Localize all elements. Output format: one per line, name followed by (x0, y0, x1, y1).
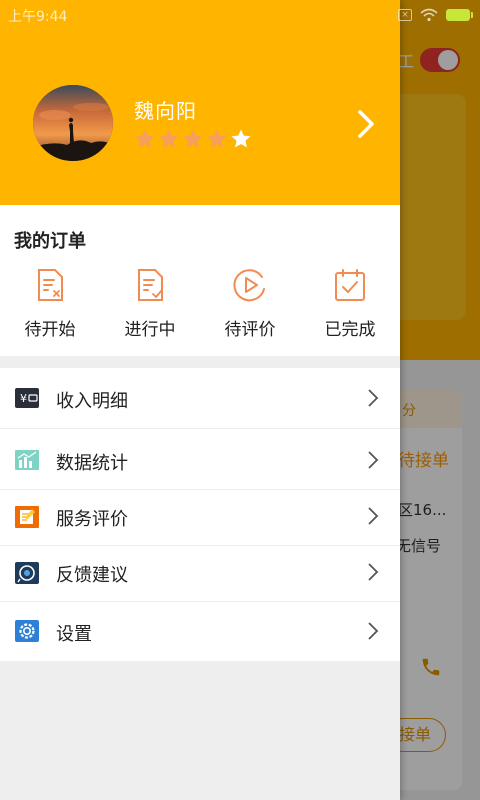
order-completed[interactable]: 已完成 (300, 267, 400, 347)
feedback-icon (15, 562, 39, 584)
menu-item-label: 收入明细 (56, 391, 128, 412)
my-orders-title: 我的订单 (14, 231, 86, 252)
star-filled-icon (135, 129, 155, 148)
chevron-right-icon (368, 622, 379, 640)
review-note-icon (15, 506, 39, 528)
order-pending-start[interactable]: 待开始 (0, 267, 100, 347)
chevron-right-icon (368, 451, 379, 469)
menu-item-statistics[interactable]: 数据统计 (0, 429, 400, 490)
play-circle-icon (233, 269, 265, 302)
settings-gear-icon (15, 620, 39, 642)
order-label: 已完成 (324, 320, 376, 340)
doc-x-icon (38, 269, 63, 301)
wallet-icon: ¥ (15, 388, 39, 408)
menu-item-service-review[interactable]: 服务评价 (0, 490, 400, 546)
star-filled-icon (183, 129, 203, 148)
status-bar: 上午9:44 (0, 0, 400, 32)
menu-item-label: 数据统计 (56, 453, 128, 474)
menu-item-label: 反馈建议 (56, 565, 128, 586)
star-empty-icon (231, 129, 251, 148)
rating-stars (133, 127, 253, 151)
chevron-right-icon (368, 507, 379, 525)
menu-item-settings[interactable]: 设置 (0, 602, 400, 661)
order-label: 待开始 (24, 320, 76, 340)
doc-edit-icon (138, 269, 163, 301)
menu-item-income[interactable]: ¥ 收入明细 (0, 368, 400, 429)
star-filled-icon (207, 129, 227, 148)
order-label: 待评价 (224, 320, 276, 340)
wifi-icon (420, 8, 438, 22)
chevron-right-icon (368, 389, 379, 407)
menu-item-feedback[interactable]: 反馈建议 (0, 546, 400, 602)
chevron-right-icon (368, 563, 379, 581)
status-icons: × (398, 7, 474, 25)
star-filled-icon (159, 129, 179, 148)
drawer-menu: ¥ 收入明细 数据统计 服务评价 反馈建议 设置 (0, 368, 400, 661)
user-name: 魏向阳 (134, 99, 197, 123)
chevron-right-icon[interactable] (352, 106, 380, 142)
my-orders-section: 我的订单 待开始 进行中 待评价 已完成 (0, 205, 400, 356)
menu-item-label: 服务评价 (56, 509, 128, 530)
order-pending-review[interactable]: 待评价 (200, 267, 300, 347)
battery-charging-icon (446, 9, 473, 21)
order-label: 进行中 (124, 320, 176, 340)
menu-item-label: 设置 (56, 624, 92, 645)
notification-x-icon: × (398, 9, 412, 21)
avatar[interactable] (33, 85, 113, 161)
order-in-progress[interactable]: 进行中 (100, 267, 200, 347)
check-box-icon (335, 269, 365, 301)
stats-chart-icon (15, 450, 39, 470)
navigation-drawer: 魏向阳 我的订单 待开始 进行中 待评价 已完成 ¥ 收入明细 数据统计 服务评… (0, 0, 400, 800)
status-time: 上午9:44 (8, 9, 68, 25)
svg-text:¥: ¥ (20, 392, 27, 405)
